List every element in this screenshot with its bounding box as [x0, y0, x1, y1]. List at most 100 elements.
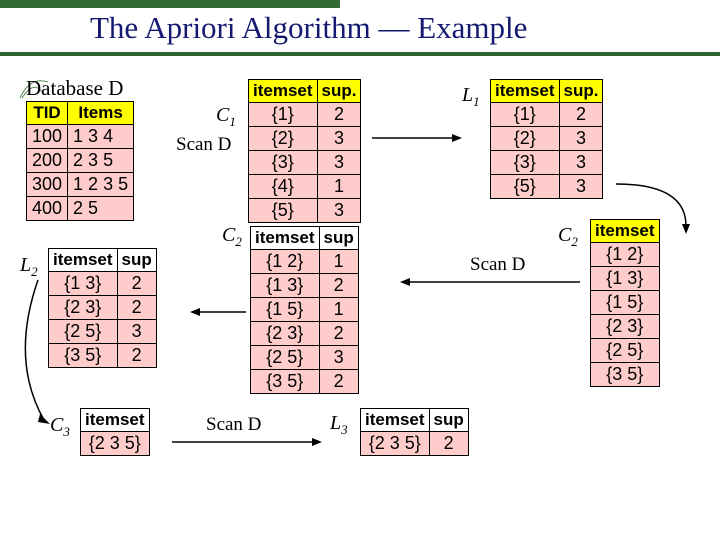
db-c: 100 — [27, 125, 68, 149]
c: {3} — [249, 151, 318, 175]
c: {2 3 5} — [81, 432, 150, 456]
l2-label: L2 — [20, 254, 38, 280]
h: sup — [117, 249, 156, 272]
h: itemset — [49, 249, 118, 272]
lbl: C — [558, 224, 571, 246]
h: itemset — [361, 409, 430, 432]
lbl: C — [216, 104, 229, 126]
c: {2 5} — [49, 320, 118, 344]
c: {1 5} — [251, 298, 320, 322]
lbl: 2 — [31, 264, 38, 279]
c: 2 — [319, 370, 358, 394]
c2-sup-label: C2 — [222, 224, 242, 250]
h: itemset — [249, 80, 318, 103]
table-l3: itemsetsup {2 3 5}2 — [360, 408, 469, 456]
db-h1: Items — [68, 102, 134, 125]
c: 3 — [317, 151, 361, 175]
c: {3 5} — [591, 363, 660, 387]
c: 1 — [319, 298, 358, 322]
lbl: 2 — [571, 234, 578, 249]
c: {2 3} — [591, 315, 660, 339]
table-l1: itemsetsup. {1}2 {2}3 {3}3 {5}3 — [490, 79, 603, 199]
c: 3 — [317, 199, 361, 223]
c: {4} — [249, 175, 318, 199]
lbl: L — [462, 84, 473, 106]
db-c: 2 5 — [68, 197, 134, 221]
c: 2 — [319, 274, 358, 298]
c: {2 3} — [49, 296, 118, 320]
arrow-c2sup-to-l2 — [190, 306, 246, 318]
table-c3: itemset {2 3 5} — [80, 408, 150, 456]
c: {1 2} — [251, 250, 320, 274]
c: 2 — [317, 103, 361, 127]
c: 2 — [429, 432, 468, 456]
c: 1 — [317, 175, 361, 199]
h: sup. — [317, 80, 361, 103]
h: itemset — [491, 80, 560, 103]
lbl: L — [330, 412, 341, 434]
c: 1 — [319, 250, 358, 274]
c: {3 5} — [251, 370, 320, 394]
c: {1 2} — [591, 243, 660, 267]
table-c1: itemsetsup. {1}2 {2}3 {3}3 {4}1 {5}3 — [248, 79, 361, 223]
c: {1 3} — [251, 274, 320, 298]
scan-d-2: Scan D — [470, 254, 525, 276]
c: {1 3} — [49, 272, 118, 296]
lbl: 2 — [235, 234, 242, 249]
c: {5} — [249, 199, 318, 223]
h: itemset — [251, 227, 320, 250]
c: 2 — [319, 322, 358, 346]
scan-d-3: Scan D — [206, 414, 261, 436]
c: 3 — [317, 127, 361, 151]
db-c: 400 — [27, 197, 68, 221]
l3-label: L3 — [330, 412, 348, 438]
h: sup — [319, 227, 358, 250]
diagram-stage: Database D TIDItems 1001 3 4 2002 3 5 30… — [0, 56, 720, 536]
database-label: Database D — [26, 76, 123, 101]
c: {2 3} — [251, 322, 320, 346]
page-title: The Apriori Algorithm — Example — [90, 10, 720, 46]
db-c: 200 — [27, 149, 68, 173]
c: {2} — [491, 127, 560, 151]
lbl: L — [20, 254, 31, 276]
c: 2 — [117, 272, 156, 296]
title-wrap: The Apriori Algorithm — Example — [0, 0, 720, 56]
table-c2-list: itemset {1 2} {1 3} {1 5} {2 3} {2 5} {3… — [590, 219, 660, 387]
c: {1 5} — [591, 291, 660, 315]
table-database: TIDItems 1001 3 4 2002 3 5 3001 2 3 5 40… — [26, 101, 134, 221]
c: 2 — [117, 344, 156, 368]
top-bar — [0, 0, 340, 8]
c: {2 5} — [251, 346, 320, 370]
arrow-c2-to-c2sup — [400, 276, 580, 288]
db-c: 1 2 3 5 — [68, 173, 134, 197]
c: 3 — [319, 346, 358, 370]
c: {1 3} — [591, 267, 660, 291]
c: 3 — [559, 127, 603, 151]
c: 3 — [117, 320, 156, 344]
h: sup — [429, 409, 468, 432]
c: 3 — [559, 175, 603, 199]
lbl: C — [222, 224, 235, 246]
c: {3 5} — [49, 344, 118, 368]
table-l2: itemsetsup {1 3}2 {2 3}2 {2 5}3 {3 5}2 — [48, 248, 157, 368]
l1-label: L1 — [462, 84, 480, 110]
db-h0: TID — [27, 102, 68, 125]
h: itemset — [81, 409, 150, 432]
db-c: 2 3 5 — [68, 149, 134, 173]
lbl: 3 — [341, 422, 348, 437]
c: {2 5} — [591, 339, 660, 363]
c: 3 — [559, 151, 603, 175]
db-c: 1 3 4 — [68, 125, 134, 149]
lbl: 1 — [229, 114, 236, 129]
scan-d-1: Scan D — [176, 134, 231, 156]
c: {3} — [491, 151, 560, 175]
arrow-l1-to-c2 — [616, 178, 706, 238]
arrow-c3-to-l3 — [172, 434, 322, 450]
lbl: 3 — [63, 424, 70, 439]
c: {1} — [491, 103, 560, 127]
arrow-c1-to-l1 — [372, 132, 462, 144]
lbl: 1 — [473, 94, 480, 109]
c: {5} — [491, 175, 560, 199]
c: {1} — [249, 103, 318, 127]
table-c2-sup: itemsetsup {1 2}1 {1 3}2 {1 5}1 {2 3}2 {… — [250, 226, 359, 394]
